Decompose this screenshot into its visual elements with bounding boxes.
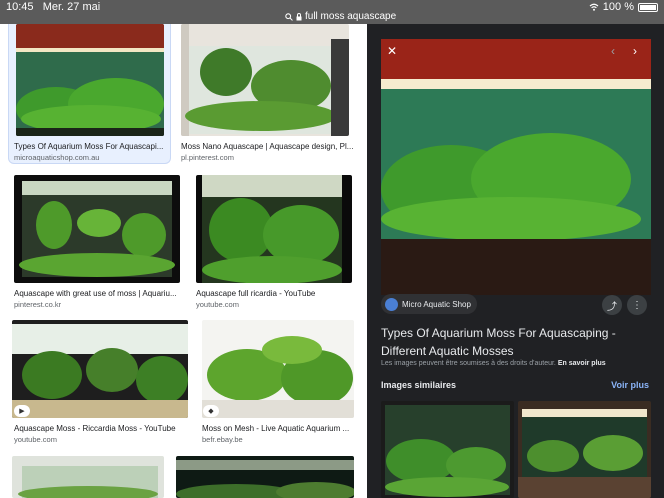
see-more-link[interactable]: Voir plus <box>611 380 649 390</box>
result-caption-5[interactable]: Aquascape Moss - Riccardia Moss - YouTub… <box>14 424 190 433</box>
similar-image-1[interactable] <box>381 401 514 498</box>
similar-image-2[interactable] <box>518 401 651 498</box>
result-source-3: pinterest.co.kr <box>14 300 62 309</box>
result-caption-4[interactable]: Aquascape full ricardia - YouTube <box>196 289 356 298</box>
site-favicon-icon <box>385 297 398 311</box>
battery-percent: 100 % <box>602 1 634 13</box>
result-caption-3[interactable]: Aquascape with great use of moss | Aquar… <box>14 289 179 298</box>
chevron-right-icon[interactable]: › <box>633 44 637 58</box>
share-icon[interactable]: ⤴ <box>602 295 622 315</box>
result-caption-1[interactable]: Types Of Aquarium Moss For Aquascapi... <box>14 142 164 151</box>
wifi-icon <box>589 3 599 11</box>
result-source-2: pl.pinterest.com <box>181 153 234 162</box>
preview-image[interactable] <box>381 39 651 295</box>
result-caption-2[interactable]: Moss Nano Aquascape | Aquascape design, … <box>181 142 353 151</box>
status-time: 10:45 Mer. 27 mai <box>6 1 101 13</box>
shopping-tag-icon: ◆ <box>203 405 219 417</box>
result-thumbnail-6[interactable] <box>202 320 354 418</box>
result-source-1: microaquaticshop.com.au <box>14 153 100 162</box>
result-caption-6[interactable]: Moss on Mesh - Live Aquatic Aquarium ... <box>202 424 357 433</box>
result-thumbnail-3[interactable] <box>14 175 180 283</box>
video-play-icon: ▶ <box>14 405 30 417</box>
chevron-left-icon[interactable]: ‹ <box>611 44 615 58</box>
learn-more-link[interactable]: En savoir plus <box>558 360 606 367</box>
battery-icon <box>638 2 658 12</box>
result-thumbnail-5[interactable] <box>12 320 188 418</box>
result-source-5: youtube.com <box>14 435 57 444</box>
result-thumbnail-4[interactable] <box>196 175 352 283</box>
site-name: Micro Aquatic Shop <box>402 299 471 309</box>
result-source-6: befr.ebay.be <box>202 435 243 444</box>
result-thumbnail-1[interactable] <box>16 24 164 136</box>
result-thumbnail-2[interactable] <box>181 24 349 136</box>
lock-icon <box>296 12 302 20</box>
image-results-grid: Types Of Aquarium Moss For Aquascapi... … <box>0 24 367 498</box>
result-thumbnail-7[interactable] <box>12 456 164 498</box>
result-source-4: youtube.com <box>196 300 239 309</box>
result-thumbnail-8[interactable] <box>176 456 354 498</box>
address-bar[interactable]: full moss aquascape <box>285 11 396 22</box>
search-icon <box>285 12 293 21</box>
similar-images-heading: Images similaires <box>381 380 457 390</box>
copyright-note: Les images peuvent être soumises à des d… <box>381 360 606 367</box>
source-site-chip[interactable]: Micro Aquatic Shop <box>381 294 477 314</box>
more-options-icon[interactable]: ⋮ <box>627 295 647 315</box>
image-detail-panel: ✕ ‹ › Micro Aquatic Shop ⤴ ⋮ Types Of Aq… <box>367 24 664 498</box>
url-text: full moss aquascape <box>305 11 397 22</box>
close-icon[interactable]: ✕ <box>387 44 397 58</box>
result-title-link[interactable]: Types Of Aquarium Moss For Aquascaping -… <box>381 324 656 360</box>
status-bar: 10:45 Mer. 27 mai full moss aquascape 10… <box>0 0 664 24</box>
